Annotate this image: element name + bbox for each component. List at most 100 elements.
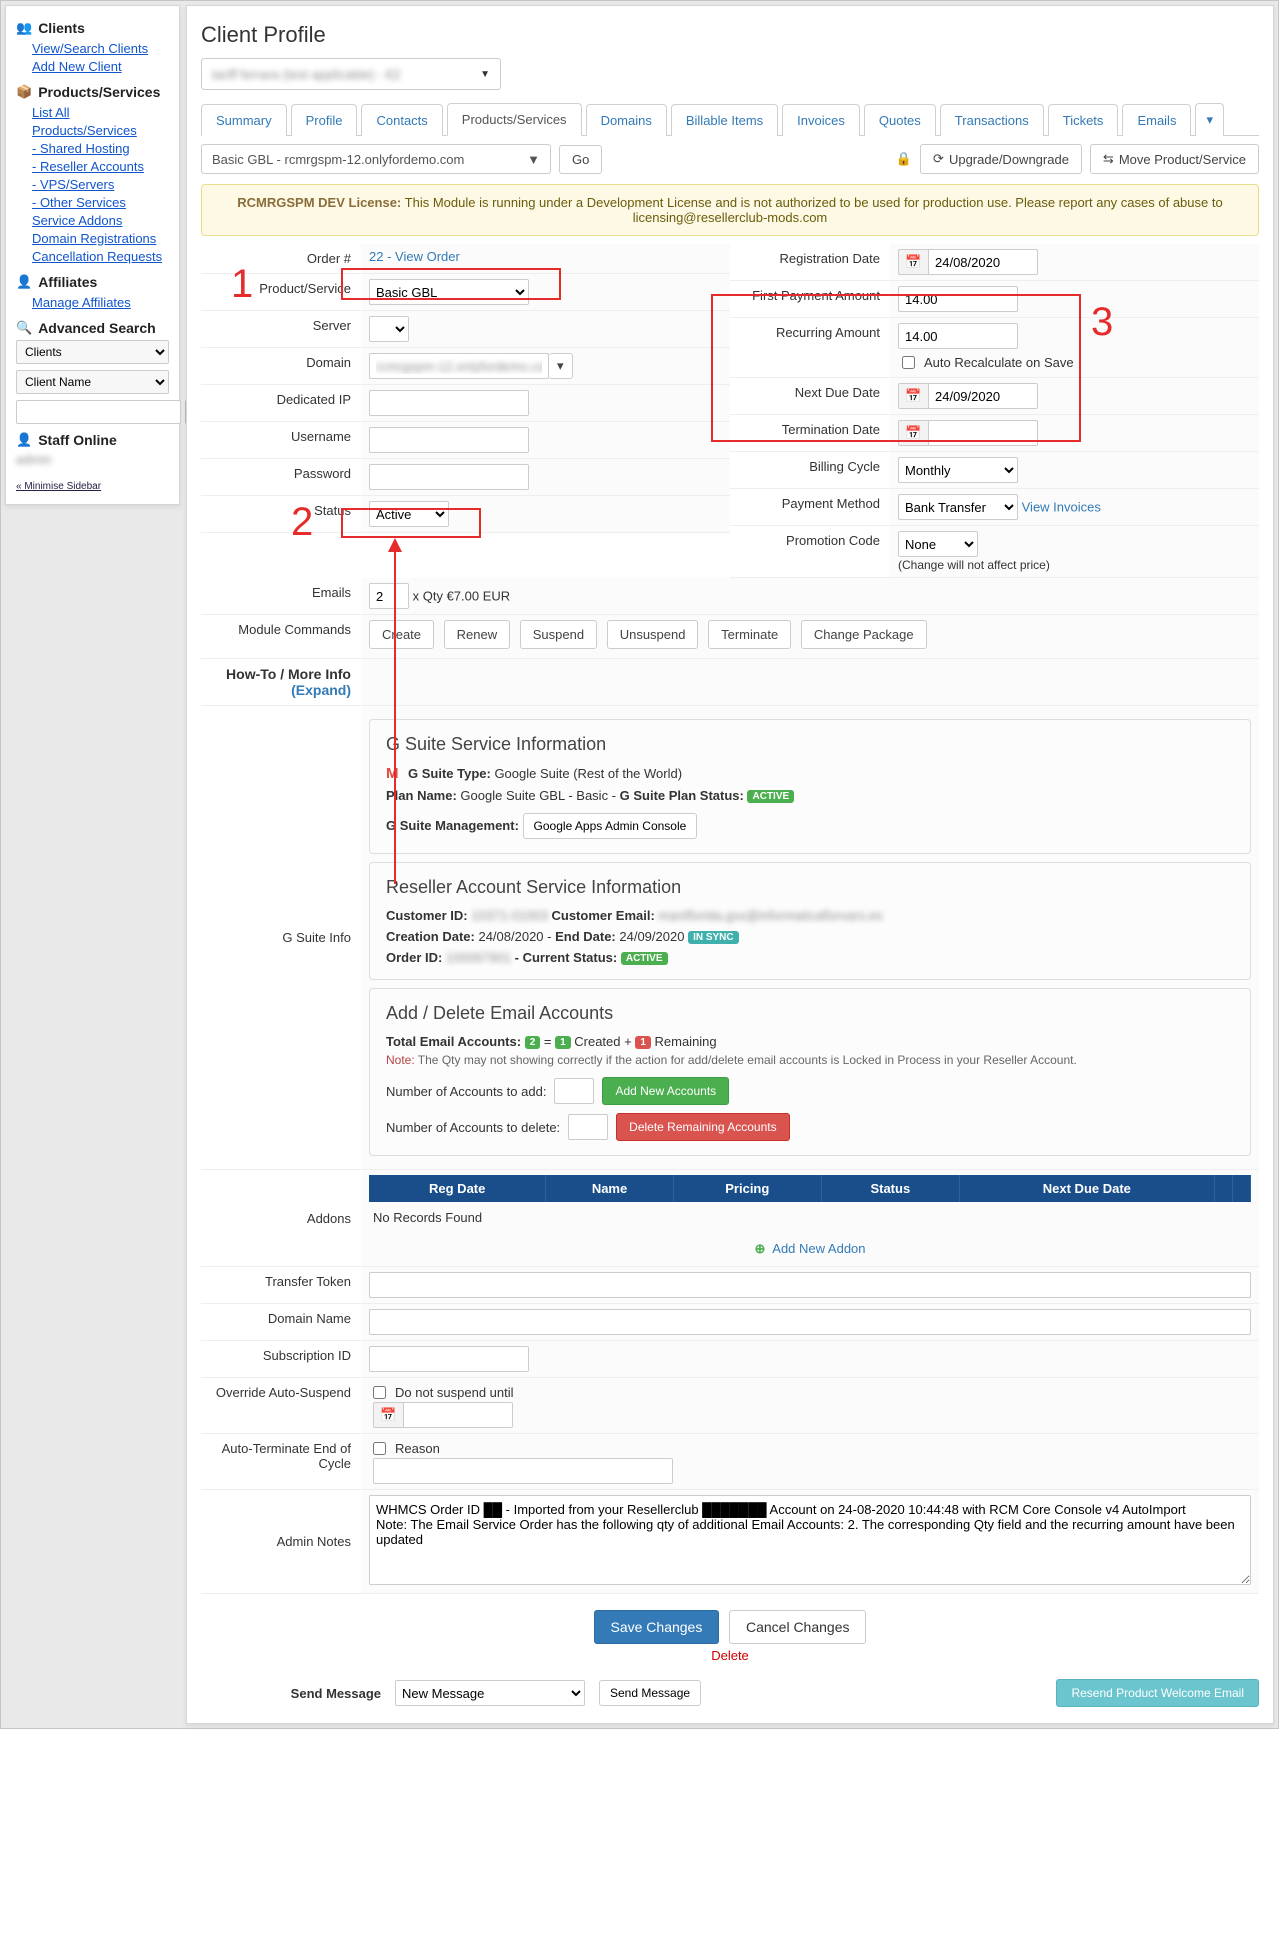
admin-notes-textarea[interactable] bbox=[369, 1495, 1251, 1585]
promotion-select[interactable]: None bbox=[898, 531, 978, 557]
tab-contacts[interactable]: Contacts bbox=[361, 104, 442, 136]
sidebar-link-service-addons[interactable]: Service Addons bbox=[32, 212, 169, 230]
tab-tickets[interactable]: Tickets bbox=[1048, 104, 1119, 136]
send-message-select[interactable]: New Message bbox=[395, 1680, 585, 1706]
upgrade-button[interactable]: ⟳Upgrade/Downgrade bbox=[920, 144, 1082, 174]
product-selector[interactable]: Basic GBL - rcmrgspm-12.onlyfordemo.com … bbox=[201, 144, 551, 174]
expand-link[interactable]: (Expand) bbox=[291, 682, 351, 698]
label-domain: Domain bbox=[201, 348, 361, 385]
view-invoices-link[interactable]: View Invoices bbox=[1022, 500, 1101, 515]
username-input[interactable] bbox=[369, 427, 529, 453]
cmd-create[interactable]: Create bbox=[369, 620, 434, 649]
label-status: Status bbox=[201, 496, 361, 533]
main-content: Client Profile tariff ferrara (test appl… bbox=[186, 5, 1274, 1724]
advsearch-field-select[interactable]: Client Name bbox=[16, 370, 169, 394]
recurring-input[interactable] bbox=[898, 323, 1018, 349]
label-dedicated-ip: Dedicated IP bbox=[201, 385, 361, 422]
subscription-id-input[interactable] bbox=[369, 1346, 529, 1372]
sidebar-head-advsearch: 🔍Advanced Search bbox=[16, 320, 169, 336]
move-button[interactable]: ⇆Move Product/Service bbox=[1090, 144, 1259, 174]
override-date-input[interactable] bbox=[403, 1402, 513, 1428]
billing-cycle-select[interactable]: Monthly bbox=[898, 457, 1018, 483]
tab-billable[interactable]: Billable Items bbox=[671, 104, 778, 136]
auto-recalc-label: Auto Recalculate on Save bbox=[924, 355, 1074, 370]
tab-summary[interactable]: Summary bbox=[201, 104, 287, 136]
label-server: Server bbox=[201, 311, 361, 348]
label-termination: Termination Date bbox=[730, 415, 890, 452]
add-accounts-input[interactable] bbox=[554, 1078, 594, 1104]
sidebar-link-view-clients[interactable]: View/Search Clients bbox=[32, 40, 169, 58]
go-button[interactable]: Go bbox=[559, 145, 602, 174]
tab-domains[interactable]: Domains bbox=[586, 104, 667, 136]
reg-date-input[interactable] bbox=[928, 249, 1038, 275]
order-link[interactable]: 22 - View Order bbox=[369, 249, 460, 264]
override-autosuspend-checkbox[interactable] bbox=[373, 1386, 386, 1399]
tab-more[interactable]: ▾ bbox=[1195, 103, 1224, 136]
password-input[interactable] bbox=[369, 464, 529, 490]
payment-method-select[interactable]: Bank Transfer bbox=[898, 494, 1018, 520]
product-select[interactable]: Basic GBL bbox=[369, 279, 529, 305]
auto-terminate-reason-input[interactable] bbox=[373, 1458, 673, 1484]
delete-accounts-input[interactable] bbox=[568, 1114, 608, 1140]
cancel-button[interactable]: Cancel Changes bbox=[729, 1610, 867, 1644]
termination-input[interactable] bbox=[928, 420, 1038, 446]
sidebar-link-vps[interactable]: - VPS/Servers bbox=[32, 176, 169, 194]
minimise-sidebar-link[interactable]: « Minimise Sidebar bbox=[16, 481, 101, 492]
caret-down-icon: ▼ bbox=[480, 69, 490, 80]
sidebar-link-reseller-accounts[interactable]: - Reseller Accounts bbox=[32, 158, 169, 176]
label-promotion: Promotion Code bbox=[730, 526, 890, 578]
send-message-button[interactable]: Send Message bbox=[599, 1680, 701, 1706]
domain-name-input[interactable] bbox=[369, 1309, 1251, 1335]
sidebar-link-manage-affiliates[interactable]: Manage Affiliates bbox=[32, 294, 169, 312]
auto-terminate-checkbox[interactable] bbox=[373, 1442, 386, 1455]
sidebar-link-list-products[interactable]: List All Products/Services bbox=[32, 104, 169, 140]
cmd-change-package[interactable]: Change Package bbox=[801, 620, 927, 649]
advsearch-input[interactable] bbox=[16, 400, 181, 424]
sidebar-link-cancellation[interactable]: Cancellation Requests bbox=[32, 248, 169, 266]
next-due-input[interactable] bbox=[928, 383, 1038, 409]
admin-console-button[interactable]: Google Apps Admin Console bbox=[523, 813, 698, 839]
calendar-icon: 📅 bbox=[898, 383, 928, 409]
label-module-commands: Module Commands bbox=[201, 615, 361, 659]
cmd-unsuspend[interactable]: Unsuspend bbox=[607, 620, 699, 649]
sidebar-link-domain-reg[interactable]: Domain Registrations bbox=[32, 230, 169, 248]
tab-transactions[interactable]: Transactions bbox=[940, 104, 1044, 136]
cmd-terminate[interactable]: Terminate bbox=[708, 620, 791, 649]
delete-accounts-button[interactable]: Delete Remaining Accounts bbox=[616, 1113, 789, 1141]
product-selector-label: Basic GBL - rcmrgspm-12.onlyfordemo.com bbox=[212, 152, 464, 167]
save-button[interactable]: Save Changes bbox=[594, 1610, 720, 1644]
sidebar-link-shared-hosting[interactable]: - Shared Hosting bbox=[32, 140, 169, 158]
tab-quotes[interactable]: Quotes bbox=[864, 104, 936, 136]
tab-invoices[interactable]: Invoices bbox=[782, 104, 860, 136]
client-selector[interactable]: tariff ferrara (test applicable) - €2 ▼ bbox=[201, 58, 501, 90]
first-payment-input[interactable] bbox=[898, 286, 1018, 312]
tab-emails[interactable]: Emails bbox=[1122, 104, 1191, 136]
server-select[interactable] bbox=[369, 316, 409, 342]
dedicated-ip-input[interactable] bbox=[369, 390, 529, 416]
addons-th-nextdue[interactable]: Next Due Date bbox=[959, 1175, 1214, 1202]
cmd-suspend[interactable]: Suspend bbox=[520, 620, 597, 649]
status-select[interactable]: Active bbox=[369, 501, 449, 527]
sidebar-link-add-client[interactable]: Add New Client bbox=[32, 58, 169, 76]
add-accounts-button[interactable]: Add New Accounts bbox=[602, 1077, 729, 1105]
tab-products[interactable]: Products/Services bbox=[447, 103, 582, 136]
addons-th-status[interactable]: Status bbox=[821, 1175, 959, 1202]
sync-badge: IN SYNC bbox=[688, 931, 739, 944]
addons-th-name[interactable]: Name bbox=[546, 1175, 673, 1202]
tab-profile[interactable]: Profile bbox=[291, 104, 358, 136]
addons-th-regdate[interactable]: Reg Date bbox=[369, 1175, 546, 1202]
resend-welcome-button[interactable]: Resend Product Welcome Email bbox=[1056, 1679, 1259, 1707]
domain-input[interactable] bbox=[369, 353, 549, 379]
add-new-addon-link[interactable]: Add New Addon bbox=[772, 1241, 865, 1256]
sidebar-link-other-services[interactable]: - Other Services bbox=[32, 194, 169, 212]
cmd-renew[interactable]: Renew bbox=[444, 620, 510, 649]
label-username: Username bbox=[201, 422, 361, 459]
domain-dropdown-toggle[interactable]: ▾ bbox=[549, 353, 573, 379]
delete-link[interactable]: Delete bbox=[711, 1648, 749, 1663]
auto-recalc-checkbox[interactable] bbox=[902, 356, 915, 369]
advsearch-type-select[interactable]: Clients bbox=[16, 340, 169, 364]
transfer-token-input[interactable] bbox=[369, 1272, 1251, 1298]
label-domain-name: Domain Name bbox=[201, 1304, 361, 1341]
addons-th-pricing[interactable]: Pricing bbox=[673, 1175, 821, 1202]
emails-qty-input[interactable] bbox=[369, 583, 409, 609]
